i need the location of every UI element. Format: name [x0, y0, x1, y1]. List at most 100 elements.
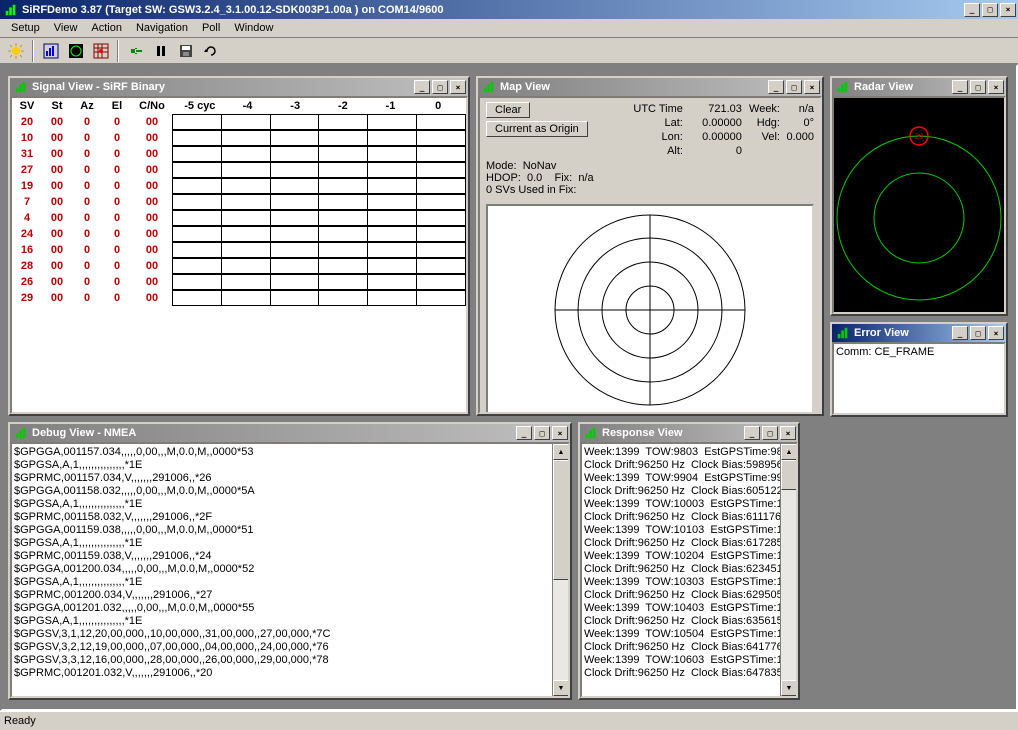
signal-cell-st: 00 [42, 274, 72, 290]
error-view-titlebar[interactable]: Error View _ □ × [832, 324, 1006, 342]
signal-row: 4000000 [12, 210, 466, 226]
scroll-thumb[interactable] [781, 460, 797, 490]
signal-cell-cno: 00 [132, 226, 172, 242]
map-info-right: UTC Time721.03 Week:n/a Lat:0.00000 Hdg:… [629, 102, 814, 158]
child-min-button[interactable]: _ [414, 80, 430, 94]
response-view-body: Week:1399 TOW:9803 EstGPSTime:98 Clock D… [580, 442, 798, 698]
child-close-button[interactable]: × [450, 80, 466, 94]
signal-row: 27000000 [12, 162, 466, 178]
signal-bar-cell [172, 178, 466, 194]
signal-cell-az: 0 [72, 274, 102, 290]
signal-bar-cell [172, 114, 466, 130]
child-max-button[interactable]: □ [432, 80, 448, 94]
child-max-button[interactable]: □ [762, 426, 778, 440]
radar-view-title: Radar View [854, 81, 950, 93]
child-close-button[interactable]: × [988, 326, 1004, 340]
signal-cell-sv: 4 [12, 210, 42, 226]
signal-header: El [102, 98, 132, 114]
maximize-button[interactable]: □ [982, 3, 998, 17]
pause-icon[interactable] [149, 40, 172, 62]
circle-icon[interactable] [64, 40, 87, 62]
debug-scrollbar[interactable]: ▲ ▼ [552, 444, 568, 696]
child-max-button[interactable]: □ [534, 426, 550, 440]
map-view-titlebar[interactable]: Map View _ □ × [478, 78, 822, 96]
disk-icon[interactable] [174, 40, 197, 62]
mode-label: Mode: [486, 160, 517, 172]
child-max-button[interactable]: □ [970, 326, 986, 340]
hdop-label: HDOP: [486, 172, 521, 184]
radar-view-titlebar[interactable]: Radar View _ □ × [832, 78, 1006, 96]
signal-row: 29000000 [12, 290, 466, 306]
signal-row: 7000000 [12, 194, 466, 210]
minimize-button[interactable]: _ [964, 3, 980, 17]
signal-cell-az: 0 [72, 226, 102, 242]
response-scrollbar[interactable]: ▲ ▼ [780, 444, 796, 696]
main-titlebar: SiRFDemo 3.87 (Target SW: GSW3.2.4_3.1.0… [0, 0, 1018, 19]
menu-window[interactable]: Window [227, 20, 280, 36]
signal-cell-cno: 00 [132, 194, 172, 210]
signal-cell-el: 0 [102, 114, 132, 130]
sun-icon[interactable] [4, 40, 27, 62]
signal-cell-st: 00 [42, 290, 72, 306]
debug-text[interactable]: $GPGGA,001157.034,,,,,0,00,,,M,0.0,M,,00… [12, 444, 568, 682]
scroll-up-icon[interactable]: ▲ [553, 444, 569, 460]
signal-cell-az: 0 [72, 114, 102, 130]
map-view-body: Clear Current as Origin UTC Time721.03 W… [478, 96, 822, 414]
menu-poll[interactable]: Poll [195, 20, 227, 36]
signal-cell-cno: 00 [132, 162, 172, 178]
scroll-up-icon[interactable]: ▲ [781, 444, 797, 460]
response-view-title: Response View [602, 427, 742, 439]
signal-cell-sv: 27 [12, 162, 42, 178]
window-icon [13, 425, 29, 441]
signal-cell-st: 00 [42, 242, 72, 258]
child-min-button[interactable]: _ [744, 426, 760, 440]
clear-button[interactable]: Clear [486, 102, 530, 118]
menu-action[interactable]: Action [84, 20, 129, 36]
signal-view-titlebar[interactable]: Signal View - SiRF Binary _ □ × [10, 78, 468, 96]
signal-header: St [42, 98, 72, 114]
signal-bar-cell [172, 274, 466, 290]
response-view-window: Response View _ □ × Week:1399 TOW:9803 E… [578, 422, 800, 700]
scroll-down-icon[interactable]: ▼ [781, 680, 797, 696]
menu-setup[interactable]: Setup [4, 20, 47, 36]
bars-icon[interactable] [39, 40, 62, 62]
child-min-button[interactable]: _ [516, 426, 532, 440]
signal-cell-st: 00 [42, 162, 72, 178]
scroll-thumb[interactable] [553, 460, 569, 580]
fix-value: n/a [578, 172, 593, 184]
loop-icon[interactable] [199, 40, 222, 62]
child-max-button[interactable]: □ [970, 80, 986, 94]
response-view-titlebar[interactable]: Response View _ □ × [580, 424, 798, 442]
signal-row: 26000000 [12, 274, 466, 290]
child-max-button[interactable]: □ [786, 80, 802, 94]
signal-cell-st: 00 [42, 178, 72, 194]
app-icon [3, 2, 19, 18]
signal-row: 24000000 [12, 226, 466, 242]
response-text[interactable]: Week:1399 TOW:9803 EstGPSTime:98 Clock D… [582, 444, 796, 682]
signal-cell-az: 0 [72, 242, 102, 258]
signal-cell-az: 0 [72, 178, 102, 194]
signal-cell-el: 0 [102, 242, 132, 258]
child-close-button[interactable]: × [988, 80, 1004, 94]
grid-icon[interactable] [89, 40, 112, 62]
child-close-button[interactable]: × [804, 80, 820, 94]
signal-bar-cell [172, 146, 466, 162]
map-plot [486, 204, 814, 414]
child-min-button[interactable]: _ [952, 326, 968, 340]
debug-view-titlebar[interactable]: Debug View - NMEA _ □ × [10, 424, 570, 442]
error-text[interactable]: Comm: CE_FRAME [834, 344, 1004, 361]
signal-cell-sv: 28 [12, 258, 42, 274]
current-as-origin-button[interactable]: Current as Origin [486, 121, 588, 137]
scroll-down-icon[interactable]: ▼ [553, 680, 569, 696]
status-text: Ready [4, 715, 36, 727]
child-close-button[interactable]: × [552, 426, 568, 440]
menu-navigation[interactable]: Navigation [129, 20, 195, 36]
child-min-button[interactable]: _ [952, 80, 968, 94]
child-close-button[interactable]: × [780, 426, 796, 440]
menu-view[interactable]: View [47, 20, 85, 36]
plug-icon[interactable] [124, 40, 147, 62]
mode-value: NoNav [523, 160, 557, 172]
signal-cell-el: 0 [102, 130, 132, 146]
child-min-button[interactable]: _ [768, 80, 784, 94]
close-button[interactable]: × [1000, 3, 1016, 17]
